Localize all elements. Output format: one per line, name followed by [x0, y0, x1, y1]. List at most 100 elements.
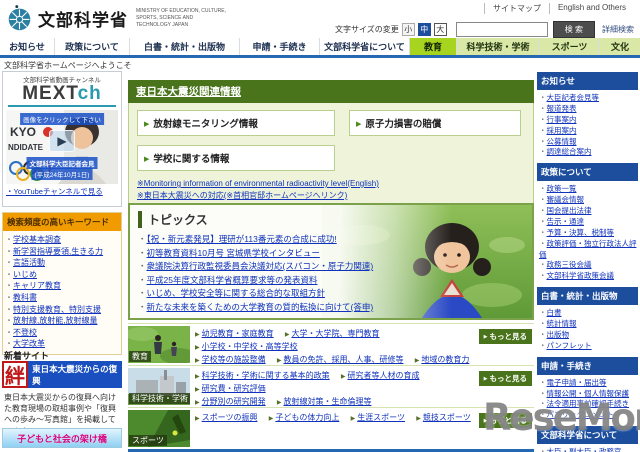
topic-link[interactable]: 【祝・新元素発見】理研が113番元素の合成に成功! — [147, 234, 337, 244]
sidebar-link[interactable]: 予算・決算、税制等 — [547, 228, 615, 237]
keyword-link[interactable]: キャリア教育 — [13, 281, 61, 290]
mext-logo-icon — [8, 5, 31, 31]
list-item: 報道発表 — [539, 104, 637, 115]
sidebar-link[interactable]: 法令適用事前確認手続き — [547, 399, 630, 408]
topic-link[interactable]: いじめ、学校安全等に関する総合的な取組方針 — [147, 288, 326, 298]
category-link[interactable]: 子どもの体力向上 — [269, 413, 339, 422]
list-item: 衆議院決算行政監視委員会決議対応(スパコン・原子力関連) — [138, 260, 524, 274]
category-link[interactable]: 放射線対策・生命倫理等 — [277, 397, 371, 406]
keyword-link[interactable]: 言語活動 — [13, 258, 45, 267]
sidebar-link[interactable]: 白書 — [547, 308, 562, 317]
font-size-large-button[interactable]: 大 — [433, 23, 447, 36]
sidebar-link[interactable]: 採用案内 — [547, 126, 577, 135]
category-link[interactable]: 分野別の研究開発 — [195, 397, 266, 406]
school-info-button[interactable]: 学校に関する情報 — [137, 145, 335, 171]
category-link[interactable]: 地域の教育力 — [415, 355, 469, 364]
list-item: 法令適用事前確認手続き — [539, 399, 637, 410]
sidebar-link[interactable]: 政策一覧 — [547, 184, 577, 193]
sidebar-link[interactable]: 国会提出法律 — [547, 206, 592, 215]
sidebar-list: 大臣記者会見等 報道発表 行事案内 採用案内 公募情報 調達総合案内 — [537, 90, 638, 161]
category-link[interactable]: スポーツの振興 — [195, 413, 258, 422]
play-icon[interactable]: ▶ — [49, 129, 75, 152]
sidebar-link[interactable]: パブリックコメント — [547, 410, 615, 419]
sidebar-link[interactable]: 審議会情報 — [547, 195, 585, 204]
font-size-small-button[interactable]: 小 — [401, 23, 415, 36]
advanced-search-link[interactable]: 詳細検索 — [602, 24, 634, 35]
kantei-link[interactable]: ※東日本大震災への対応(※首相官邸ホームページへリンク) — [137, 190, 525, 202]
keyword-link[interactable]: 教科書 — [13, 293, 37, 302]
search-button[interactable]: 検 索 — [552, 21, 595, 38]
category-link[interactable]: 教員の免許、採用、人事、研修等 — [277, 355, 403, 364]
category-link[interactable]: 小学校・中学校・高等学校 — [195, 342, 298, 351]
disaster-info-body: 放射線モニタリング情報 原子力損害の賠償 学校に関する情報 ※Monitorin… — [128, 103, 534, 208]
sports-label: スポーツ — [129, 435, 167, 446]
tab-seisaku[interactable]: 政策について — [55, 38, 130, 55]
video-thumbnail[interactable]: KYO NDIDATE 画像をクリックして下さい ▶ 文部科学大臣記者会見 (平… — [6, 109, 118, 184]
sidebar-link[interactable]: 統計情報 — [547, 319, 577, 328]
svg-text:NDIDATE: NDIDATE — [8, 143, 44, 152]
sidebar-link[interactable]: 大臣・副大臣・政務官 — [547, 447, 622, 452]
category-link[interactable]: 研究費・研究評価 — [195, 384, 266, 393]
sidebar-link[interactable]: 大臣記者会見等 — [547, 93, 600, 102]
bridge-banner-text: 子どもと社会の架け橋 — [17, 433, 107, 444]
sidebar-link[interactable]: 出版物 — [547, 330, 570, 339]
sidebar-link[interactable]: 行事案内 — [547, 115, 577, 124]
topic-link[interactable]: 衆議院決算行政監視委員会決議対応(スパコン・原子力関連) — [147, 261, 374, 271]
monitoring-english-link[interactable]: ※Monitoring information of environmental… — [137, 178, 525, 190]
sidebar-link[interactable]: 情報公開・個人情報保護 — [547, 389, 630, 398]
sidebar-link[interactable]: 政策評価・独立行政法人評価 — [539, 239, 637, 259]
radiation-monitoring-button[interactable]: 放射線モニタリング情報 — [137, 110, 335, 136]
disaster-info-title-link[interactable]: 東日本大震災関連情報 — [136, 86, 241, 98]
list-item: 特別支援教育、特別支援 — [5, 304, 119, 316]
category-link[interactable]: 学校等の施設整備 — [195, 355, 266, 364]
tab-kyoiku[interactable]: 教育 — [410, 38, 457, 55]
category-link[interactable]: 研究者等人材の育成 — [341, 371, 419, 380]
science-more-button[interactable]: もっと見る — [478, 371, 532, 386]
tab-about-mext[interactable]: 文部科学省について — [320, 38, 410, 55]
category-link[interactable]: 科学技術・学術に関する基本的政策 — [195, 371, 330, 380]
youtube-channel-link[interactable]: ・YouTubeチャンネルで見る — [3, 184, 121, 199]
tab-bunka[interactable]: 文化 — [600, 38, 640, 55]
sidebar-link[interactable]: 文部科学省政策会議 — [547, 271, 615, 280]
keyword-link[interactable]: 学校基本調査 — [13, 235, 61, 244]
category-link[interactable]: 幼児教育・家庭教育 — [195, 329, 274, 338]
sidebar-link[interactable]: 調達総合案内 — [547, 147, 592, 156]
keyword-link[interactable]: 特別支援教育、特別支援 — [13, 305, 101, 314]
sidebar-link[interactable]: 公募情報 — [547, 137, 577, 146]
site-header: 文部科学省 MINISTRY OF EDUCATION, CULTURE, SP… — [0, 0, 640, 38]
education-more-button[interactable]: もっと見る — [478, 329, 532, 344]
keyword-link[interactable]: 不登校 — [13, 328, 37, 337]
sidebar-link[interactable]: 告示・通達 — [547, 217, 585, 226]
topic-link[interactable]: 平成25年度文部科学省概算要求等の発表資料 — [147, 275, 318, 285]
topic-link[interactable]: 初等教育資料10月号 宮城県学校インタビュー — [147, 248, 320, 258]
category-link[interactable]: 大学・大学院、専門教育 — [285, 329, 379, 338]
sidebar-link[interactable]: 報道発表 — [547, 104, 577, 113]
nuclear-damage-button[interactable]: 原子力損害の賠償 — [349, 110, 521, 136]
keyword-link[interactable]: いじめ — [13, 270, 37, 279]
tab-shinsei[interactable]: 申請・手続き — [240, 38, 320, 55]
tab-kagaku[interactable]: 科学技術・学術 — [457, 38, 540, 55]
keyword-link[interactable]: 新学習指導要領,生きる力 — [13, 247, 103, 256]
category-link[interactable]: 生涯スポーツ — [351, 413, 405, 422]
font-size-medium-button[interactable]: 中 — [417, 23, 431, 36]
disaster-buttons: 放射線モニタリング情報 原子力損害の賠償 学校に関する情報 — [137, 110, 525, 171]
category-link[interactable]: 競技スポーツ — [416, 413, 471, 422]
tab-hakusho[interactable]: 白書・統計・出版物 — [130, 38, 240, 55]
keyword-link[interactable]: 大学改革 — [13, 339, 45, 348]
sidebar-link[interactable]: 政務三役会議 — [547, 260, 592, 269]
sidebar-link[interactable]: 電子申請・届出等 — [547, 378, 607, 387]
search-input[interactable] — [455, 22, 548, 37]
site-logo[interactable]: 文部科学省 MINISTRY OF EDUCATION, CULTURE, SP… — [6, 5, 228, 32]
english-link[interactable]: English and Others — [548, 3, 634, 14]
topic-link[interactable]: 新たな未来を築くための大学教育の質的転換に向けて(答申) — [147, 302, 374, 312]
sidebar-link[interactable]: パンフレット — [547, 341, 592, 350]
kizuna-banner[interactable]: 絆 東日本大震災からの復興 — [2, 361, 122, 388]
list-item: パブリックコメント — [539, 410, 637, 421]
sitemap-link[interactable]: サイトマップ — [483, 3, 549, 14]
keyword-link[interactable]: 放射線,放射能,放射線量 — [13, 316, 97, 325]
kodomo-shakai-banner[interactable]: 子どもと社会の架け橋 — [2, 428, 122, 448]
sports-more-button[interactable]: もっと見る — [478, 413, 532, 428]
tab-sports[interactable]: スポーツ — [540, 38, 600, 55]
tab-oshirase[interactable]: お知らせ — [0, 38, 55, 55]
mextch-divider — [8, 104, 116, 107]
